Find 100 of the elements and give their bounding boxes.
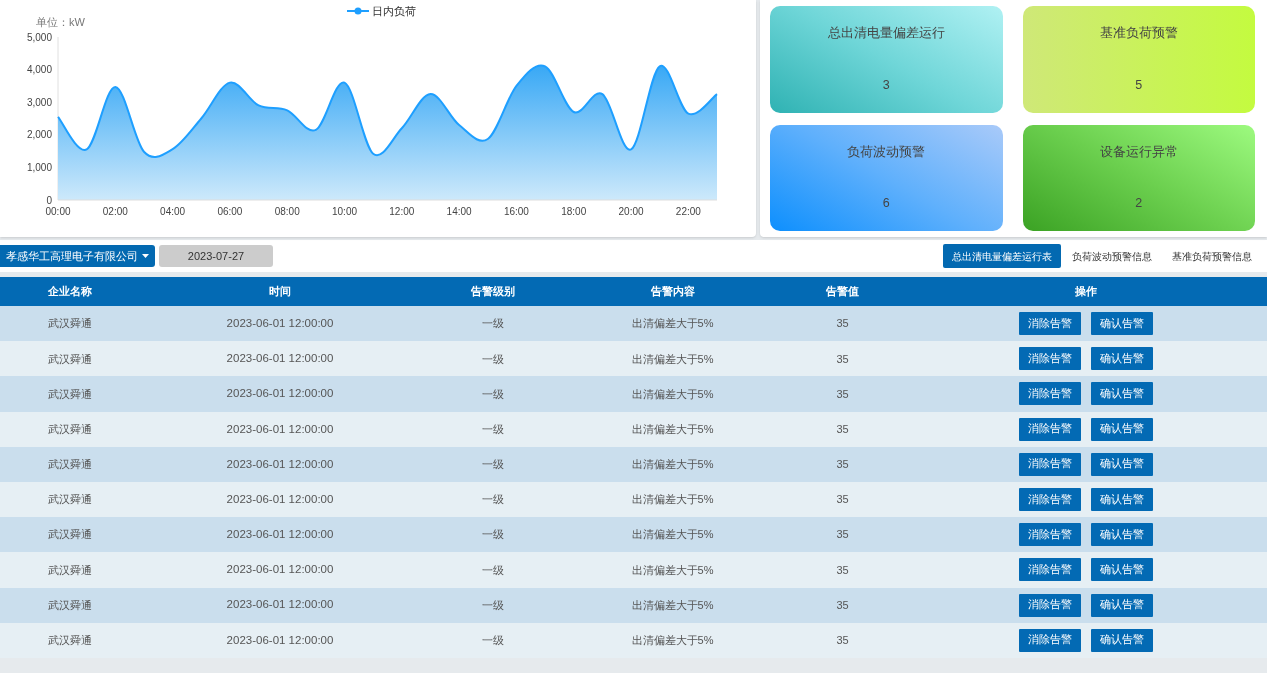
table-cell-text: 2023-06-01 12:00:00: [225, 491, 335, 507]
card-title: 设备运行异常: [1099, 143, 1178, 161]
table-cell-text: 35: [835, 562, 850, 578]
column-header: 告警值: [825, 284, 860, 300]
x-tick-label: 06:00: [217, 206, 243, 217]
dismiss-alarm-button[interactable]: 消除告警: [1019, 558, 1081, 582]
table-cell-text: 一级: [480, 527, 505, 543]
card-title: 总出清电量偏差运行: [827, 25, 945, 42]
table-cell-text: 出清偏差大于5%: [630, 316, 715, 332]
confirm-alarm-button[interactable]: 确认告警: [1091, 593, 1153, 617]
column-header: 操作: [1074, 284, 1098, 300]
table-cell-text: 武汉舜通: [47, 351, 93, 367]
table-cell-text: 武汉舜通: [47, 457, 93, 473]
dismiss-alarm-button[interactable]: 消除告警: [1019, 593, 1081, 617]
x-tick-label: 22:00: [675, 206, 701, 217]
y-tick-label: 2,000: [26, 129, 52, 141]
confirm-alarm-button[interactable]: 确认告警: [1091, 628, 1153, 652]
summary-card[interactable]: 负荷波动预警 6: [770, 124, 1003, 231]
dismiss-alarm-button[interactable]: 消除告警: [1019, 523, 1081, 547]
table-cell-text: 2023-06-01 12:00:00: [225, 562, 335, 578]
x-tick-label: 12:00: [389, 206, 415, 217]
table-cell-text: 出清偏差大于5%: [630, 457, 715, 473]
confirm-alarm-button[interactable]: 确认告警: [1091, 382, 1153, 406]
table-cell-text: 35: [835, 492, 850, 508]
table-cell-text: 35: [835, 386, 850, 402]
table-cell-text: 2023-06-01 12:00:00: [225, 527, 335, 543]
column-header: 时间: [268, 284, 292, 300]
dismiss-alarm-button[interactable]: 消除告警: [1019, 417, 1081, 441]
dismiss-alarm-button[interactable]: 消除告警: [1019, 382, 1081, 406]
x-tick-label: 02:00: [102, 206, 128, 217]
confirm-alarm-button[interactable]: 确认告警: [1091, 488, 1153, 512]
x-tick-label: 10:00: [332, 206, 358, 217]
table-cell-text: 出清偏差大于5%: [630, 562, 715, 578]
table-cell-text: 2023-06-01 12:00:00: [225, 456, 335, 472]
summary-card[interactable]: 基准负荷预警 5: [1022, 6, 1255, 113]
x-tick-label: 00:00: [45, 206, 71, 217]
card-count: 6: [882, 195, 890, 213]
dismiss-alarm-button[interactable]: 消除告警: [1019, 312, 1081, 336]
y-tick-label: 1,000: [26, 161, 52, 173]
table-cell-text: 出清偏差大于5%: [630, 492, 715, 508]
table-cell-text: 武汉舜通: [47, 421, 93, 437]
card-count: 3: [882, 76, 890, 94]
unit-label: 单位：kW: [36, 16, 85, 28]
tab[interactable]: 总出清电量偏差运行表: [943, 244, 1061, 268]
table-cell-text: 武汉舜通: [47, 597, 93, 613]
confirm-alarm-button[interactable]: 确认告警: [1091, 452, 1153, 476]
table-cell-text: 2023-06-01 12:00:00: [225, 597, 335, 613]
caret-icon: [142, 254, 149, 258]
card-title: 负荷波动预警: [847, 143, 926, 161]
company-dropdown[interactable]: 孝感华工高理电子有限公司: [0, 245, 155, 267]
table-cell-text: 一级: [480, 597, 505, 613]
dismiss-alarm-button[interactable]: 消除告警: [1019, 452, 1081, 476]
table-cell-text: 一级: [480, 492, 505, 508]
x-tick-label: 14:00: [446, 206, 472, 217]
y-tick-label: 0: [46, 194, 52, 206]
table-cell-text: 出清偏差大于5%: [630, 421, 715, 437]
confirm-alarm-button[interactable]: 确认告警: [1091, 312, 1153, 336]
column-header: 告警级别: [469, 284, 516, 300]
summary-card[interactable]: 设备运行异常 2: [1022, 124, 1255, 231]
table-cell-text: 一级: [480, 386, 505, 402]
card-count: 5: [1135, 76, 1143, 94]
x-tick-label: 18:00: [561, 206, 587, 217]
y-tick-label: 3,000: [26, 96, 52, 108]
confirm-alarm-button[interactable]: 确认告警: [1091, 347, 1153, 371]
table-cell-text: 出清偏差大于5%: [630, 527, 715, 543]
table-cell-text: 出清偏差大于5%: [630, 351, 715, 367]
table-cell-text: 武汉舜通: [47, 316, 93, 332]
table-cell-text: 35: [835, 316, 850, 332]
column-header: 告警内容: [649, 284, 696, 300]
confirm-alarm-button[interactable]: 确认告警: [1091, 523, 1153, 547]
date-field[interactable]: 2023-07-27: [159, 245, 273, 267]
table-cell-text: 一级: [480, 457, 505, 473]
table-cell-text: 2023-06-01 12:00:00: [225, 632, 335, 648]
x-tick-label: 08:00: [274, 206, 300, 217]
table-cell-text: 武汉舜通: [47, 562, 93, 578]
table-cell-text: 2023-06-01 12:00:00: [225, 421, 335, 437]
table-cell-text: 2023-06-01 12:00:00: [225, 315, 335, 331]
table-cell-text: 一级: [480, 316, 505, 332]
confirm-alarm-button[interactable]: 确认告警: [1091, 417, 1153, 441]
x-tick-label: 16:00: [503, 206, 529, 217]
table-cell-text: 武汉舜通: [47, 633, 93, 649]
x-tick-label: 04:00: [160, 206, 186, 217]
table-cell-text: 武汉舜通: [47, 492, 93, 508]
table-cell-text: 一级: [480, 562, 505, 578]
card-count: 2: [1135, 195, 1143, 213]
table-cell-text: 一级: [480, 421, 505, 437]
y-tick-label: 4,000: [26, 64, 52, 76]
dismiss-alarm-button[interactable]: 消除告警: [1019, 347, 1081, 371]
card-title: 基准负荷预警: [1099, 25, 1178, 42]
table-cell-text: 2023-06-01 12:00:00: [225, 351, 335, 367]
table-cell-text: 35: [835, 633, 850, 649]
summary-card[interactable]: 总出清电量偏差运行 3: [770, 6, 1003, 113]
dismiss-alarm-button[interactable]: 消除告警: [1019, 488, 1081, 512]
table-cell-text: 出清偏差大于5%: [630, 633, 715, 649]
table-cell-text: 35: [835, 421, 850, 437]
dismiss-alarm-button[interactable]: 消除告警: [1019, 628, 1081, 652]
confirm-alarm-button[interactable]: 确认告警: [1091, 558, 1153, 582]
table-cell-text: 35: [835, 527, 850, 543]
table-cell-text: 一级: [480, 633, 505, 649]
table-cell-text: 35: [835, 457, 850, 473]
